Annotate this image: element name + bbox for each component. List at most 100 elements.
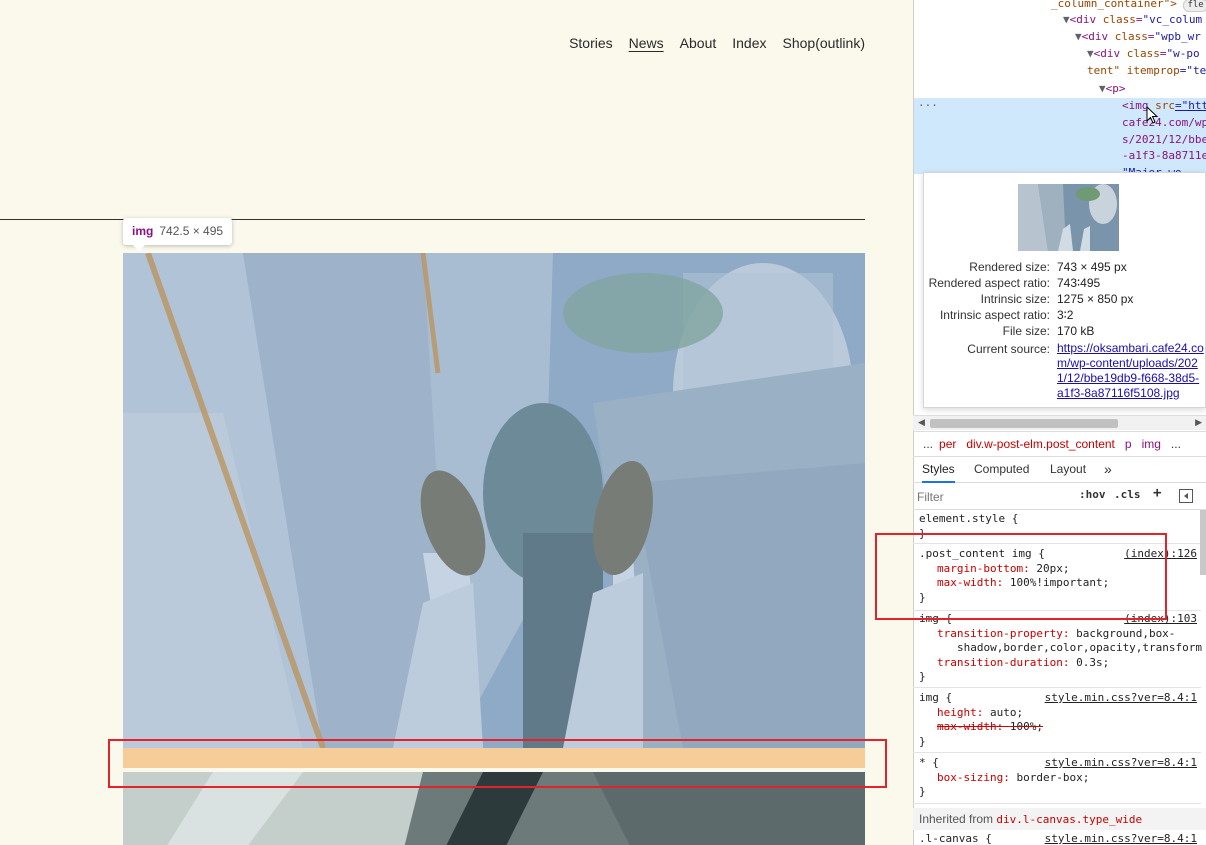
webpage-viewport: Stories News About Index Shop(outlink) i… (0, 0, 913, 845)
prop-name: transition-property (937, 626, 1063, 640)
rule-origin-link[interactable]: (index):126 (1124, 547, 1197, 562)
dom-tag: <div (1081, 30, 1115, 43)
nav-about[interactable]: About (680, 35, 717, 51)
new-rule-button[interactable]: + (1153, 485, 1161, 501)
dom-line-3[interactable]: ▼<div class="w-po (1087, 46, 1200, 62)
hover-state-button[interactable]: :hov (1079, 488, 1106, 501)
rule-close: } (919, 526, 926, 540)
rule-origin-link[interactable]: (index):103 (1124, 612, 1197, 627)
nav-stories[interactable]: Stories (569, 35, 613, 51)
nav-index[interactable]: Index (732, 35, 766, 51)
dom-tag: <div (1069, 13, 1103, 26)
img-src-link[interactable]: s/2021/12/bbe (1122, 132, 1206, 148)
styles-rules-pane: element.style { } (index):126 .post_cont… (913, 510, 1206, 845)
scroll-left-arrow-icon[interactable]: ◀ (918, 417, 925, 428)
styles-filter-bar: :hov .cls + (913, 483, 1206, 510)
preview-key: Intrinsic size: (980, 292, 1050, 306)
dom-line-1[interactable]: ▼<div class="vc_colum (1063, 12, 1202, 28)
rule-origin-link[interactable]: style.min.css?ver=8.4:1 (1045, 691, 1197, 706)
current-source-link[interactable]: https://oksambari.cafe24.com/wp-content/… (1057, 341, 1205, 401)
toggle-sidebar-icon[interactable] (1179, 489, 1193, 503)
scrollbar-thumb[interactable] (930, 419, 1118, 428)
rule-post-content-img[interactable]: (index):126 .post_content img { margin-b… (913, 547, 1201, 611)
img-src-link[interactable]: cafe24.com/wp (1122, 115, 1206, 131)
filter-input[interactable] (917, 487, 1069, 506)
prop-value: shadow,border,color,opacity,transform (957, 641, 1203, 654)
margin-bottom-overlay (123, 748, 865, 768)
tab-computed[interactable]: Computed (974, 457, 1029, 483)
dom-line-2[interactable]: ▼<div class="wpb_wr (1075, 29, 1201, 45)
post-image-second[interactable] (123, 772, 865, 845)
rule-l-canvas[interactable]: style.min.css?ver=8.4:1 .l-canvas { (913, 832, 1201, 845)
nav-shop[interactable]: Shop(outlink) (783, 35, 866, 51)
image-preview-popover: Rendered size: 743 × 495 px Rendered asp… (923, 172, 1206, 408)
rule-img-style-min[interactable]: style.min.css?ver=8.4:1 img { height: au… (913, 691, 1201, 753)
post-image-rooftop[interactable] (123, 253, 865, 748)
breadcrumb-item[interactable]: per (939, 437, 956, 451)
rule-origin-link[interactable]: style.min.css?ver=8.4:1 (1045, 832, 1197, 845)
breadcrumb-item[interactable]: div.w-post-elm.post_content (966, 437, 1115, 451)
prop-name: max-width (937, 720, 997, 733)
rule-img-index[interactable]: (index):103 img { transition-property: b… (913, 612, 1203, 688)
dom-attr: class (1126, 47, 1160, 60)
scroll-right-arrow-icon[interactable]: ▶ (1195, 417, 1202, 428)
dom-attr: class (1114, 30, 1148, 43)
prop-value: auto; (990, 705, 1024, 719)
rule-element-style[interactable]: element.style { } (913, 512, 1201, 544)
expand-caret-icon[interactable]: ▼ (1075, 30, 1082, 43)
preview-intrinsic-ratio: Intrinsic aspect ratio: 3∶2 (924, 307, 1205, 323)
breadcrumb-item-selected[interactable]: img (1142, 437, 1161, 451)
inherited-label: Inherited from (919, 812, 994, 826)
css-property[interactable]: box-sizing: border-box; (919, 771, 1201, 786)
rule-close: } (919, 670, 926, 683)
tooltip-tag: img (132, 224, 154, 238)
dom-line-6[interactable]: <img src="htt (1122, 98, 1206, 114)
css-property[interactable]: transition-duration: 0.3s; (919, 656, 1201, 671)
node-actions-ellipsis[interactable]: ··· (918, 99, 938, 112)
css-property[interactable]: max-width: 100%!important; (919, 576, 1201, 591)
css-property[interactable]: height: auto; (919, 706, 1201, 721)
dom-line-4[interactable]: tent" itemprop="te (1087, 63, 1206, 79)
css-property-continued: shadow,border,color,opacity,transform (919, 641, 1203, 656)
css-property[interactable]: transition-property: background,box- (919, 627, 1201, 642)
styles-vertical-scrollbar[interactable] (1200, 510, 1206, 575)
inherited-element-link[interactable]: div.l-canvas.type_wide (996, 813, 1142, 826)
dom-line-0[interactable]: _column_container"> fle (1051, 0, 1206, 12)
dom-val[interactable]: ="htt (1175, 99, 1206, 112)
site-nav: Stories News About Index Shop(outlink) (569, 35, 865, 51)
dom-attr: tent" itemprop (1087, 64, 1180, 77)
elements-horizontal-scrollbar[interactable]: ◀ ▶ (913, 415, 1206, 430)
expand-caret-icon[interactable]: ▼ (1087, 47, 1094, 60)
rule-origin-link[interactable]: style.min.css?ver=8.4:1 (1045, 756, 1197, 771)
image-thumbnail (1018, 184, 1119, 251)
styles-tabbar: Styles Computed Layout » (913, 457, 1206, 483)
dom-val: "vc_colum (1142, 13, 1203, 26)
breadcrumb-more[interactable]: ... (923, 437, 933, 451)
expand-caret-icon[interactable]: ▼ (1099, 82, 1106, 95)
tab-layout[interactable]: Layout (1050, 457, 1086, 483)
rule-close: } (919, 590, 926, 604)
img-src-link[interactable]: -a1f3-8a8711e (1122, 148, 1206, 164)
more-tabs-icon[interactable]: » (1104, 457, 1112, 483)
flex-badge[interactable]: fle (1183, 0, 1206, 12)
dom-val: "wpb_wr (1154, 30, 1201, 43)
nav-news[interactable]: News (629, 35, 664, 51)
dom-val: ="te (1179, 64, 1206, 77)
dom-breadcrumb: ... per div.w-post-elm.post_content p img... (913, 431, 1206, 457)
expand-caret-icon[interactable]: ▼ (1063, 13, 1070, 26)
preview-key: Rendered aspect ratio: (928, 276, 1050, 290)
preview-value: 170 kB (1057, 324, 1095, 338)
css-property[interactable]: margin-bottom: 20px; (919, 562, 1201, 577)
tab-styles[interactable]: Styles (922, 457, 955, 483)
rule-universal[interactable]: style.min.css?ver=8.4:1 * { box-sizing: … (913, 756, 1201, 804)
preview-value: 743∶495 (1057, 276, 1101, 290)
breadcrumb-overflow[interactable]: ... (1171, 437, 1181, 451)
preview-key: Current source: (967, 342, 1050, 356)
tooltip-dimensions: 742.5 × 495 (159, 224, 224, 238)
dom-attr: class (1102, 13, 1136, 26)
dom-line-5[interactable]: ▼<p> (1099, 81, 1126, 97)
breadcrumb-item[interactable]: p (1125, 437, 1132, 451)
class-toggle-button[interactable]: .cls (1114, 488, 1141, 501)
rule-close: } (919, 785, 926, 798)
css-property-overridden[interactable]: max-width: 100%; (919, 720, 1201, 735)
